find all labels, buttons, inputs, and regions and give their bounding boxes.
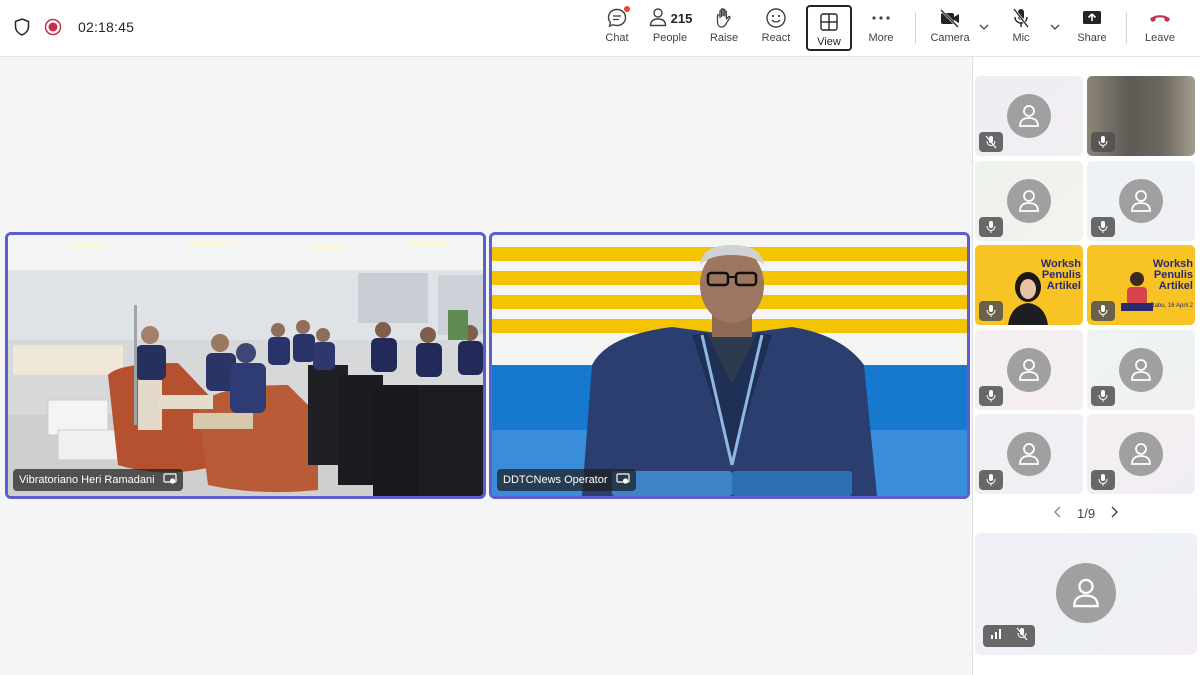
avatar <box>1007 432 1051 476</box>
participant-tile[interactable] <box>1087 76 1195 156</box>
person-icon <box>1131 359 1151 381</box>
promo-title: Worksh Penulis Artikel <box>1152 258 1193 292</box>
chat-icon <box>606 6 630 30</box>
mic-icon <box>1091 132 1115 152</box>
self-status-badge <box>983 625 1035 647</box>
view-button[interactable]: View <box>806 5 852 51</box>
room-video-feed <box>8 235 483 496</box>
mic-icon <box>1091 217 1115 237</box>
toolbar-separator <box>1126 12 1127 44</box>
meeting-timer: 02:18:45 <box>78 19 135 35</box>
mic-muted-icon <box>1016 627 1028 646</box>
mic-icon <box>1091 470 1115 490</box>
presenter-image <box>1008 272 1048 325</box>
mic-icon <box>979 301 1003 321</box>
mic-icon <box>1091 386 1115 406</box>
page-indicator: 1/9 <box>1077 506 1096 521</box>
chevron-right-icon[interactable] <box>1109 505 1119 522</box>
participant-tile[interactable] <box>975 414 1083 494</box>
participant-name-tag: Vibratoriano Heri Ramadani <box>13 469 183 491</box>
more-icon <box>871 6 891 30</box>
mic-button[interactable]: Mic <box>1006 6 1036 50</box>
person-icon <box>1131 443 1151 465</box>
raise-hand-button[interactable]: Raise <box>709 6 739 50</box>
view-icon <box>819 10 839 34</box>
gallery-pager: 1/9 <box>1053 505 1119 522</box>
mic-icon <box>1091 301 1115 321</box>
person-icon <box>1019 105 1039 127</box>
avatar <box>1007 179 1051 223</box>
camera-off-icon <box>939 6 961 30</box>
mic-icon <box>979 217 1003 237</box>
participant-tile[interactable] <box>975 330 1083 410</box>
mic-off-icon <box>1011 6 1031 30</box>
meeting-toolbar: 02:18:45 Chat 215 People Raise React Vie… <box>0 0 1200 57</box>
participant-tile[interactable] <box>1087 161 1195 241</box>
participant-name: Vibratoriano Heri Ramadani <box>19 474 155 486</box>
participant-tile[interactable]: Worksh Penulis Artikel <box>975 245 1083 325</box>
participant-tile[interactable]: Worksh Penulis Artikel Rabu, 16 April 2 <box>1087 245 1195 325</box>
person-icon <box>1073 578 1099 608</box>
self-view-tile[interactable] <box>975 533 1197 655</box>
avatar <box>1007 348 1051 392</box>
mic-muted-icon <box>979 132 1003 152</box>
person-icon <box>1019 359 1039 381</box>
avatar <box>1119 432 1163 476</box>
person-icon <box>1019 190 1039 212</box>
chevron-down-icon[interactable] <box>1049 20 1061 38</box>
mic-icon <box>979 470 1003 490</box>
avatar <box>1119 348 1163 392</box>
screen-share-icon <box>615 472 630 488</box>
main-stage: Vibratoriano Heri Ramadani DDTCNews Oper… <box>0 57 972 675</box>
share-icon <box>1081 6 1103 30</box>
avatar <box>1056 563 1116 623</box>
signal-icon <box>990 627 1002 645</box>
notification-dot <box>624 6 630 12</box>
person-icon <box>1131 190 1151 212</box>
shield-icon[interactable] <box>14 18 30 36</box>
leave-icon <box>1148 6 1172 30</box>
react-icon <box>765 6 787 30</box>
avatar <box>1007 94 1051 138</box>
leave-button[interactable]: Leave <box>1144 6 1176 50</box>
camera-button[interactable]: Camera <box>930 6 970 50</box>
participant-tile[interactable] <box>975 161 1083 241</box>
meeting-status: 02:18:45 <box>14 18 134 36</box>
react-button[interactable]: React <box>761 6 791 50</box>
share-button[interactable]: Share <box>1077 6 1107 50</box>
participant-tile[interactable] <box>1087 330 1195 410</box>
more-button[interactable]: More <box>866 6 896 50</box>
person-icon <box>1019 443 1039 465</box>
people-button[interactable]: 215 People <box>648 6 692 50</box>
participant-tile[interactable] <box>975 76 1083 156</box>
raise-hand-icon <box>714 6 734 30</box>
avatar <box>1119 179 1163 223</box>
chevron-left-icon[interactable] <box>1053 505 1063 522</box>
speaker-video-feed <box>492 235 967 496</box>
record-icon[interactable] <box>44 18 62 36</box>
screen-share-icon <box>162 472 177 488</box>
participant-name: DDTCNews Operator <box>503 474 608 486</box>
participant-video[interactable]: Vibratoriano Heri Ramadani <box>5 232 486 499</box>
participant-video[interactable]: DDTCNews Operator <box>489 232 970 499</box>
chevron-down-icon[interactable] <box>978 20 990 38</box>
participant-gallery: Worksh Penulis Artikel Worksh Penulis Ar… <box>972 57 1200 675</box>
promo-illustration <box>1121 272 1153 311</box>
mic-icon <box>979 386 1003 406</box>
toolbar-separator <box>915 12 916 44</box>
participant-tile[interactable] <box>1087 414 1195 494</box>
people-icon <box>648 7 668 30</box>
people-count: 215 <box>670 10 693 26</box>
participant-name-tag: DDTCNews Operator <box>497 469 636 491</box>
chat-button[interactable]: Chat <box>602 6 632 50</box>
